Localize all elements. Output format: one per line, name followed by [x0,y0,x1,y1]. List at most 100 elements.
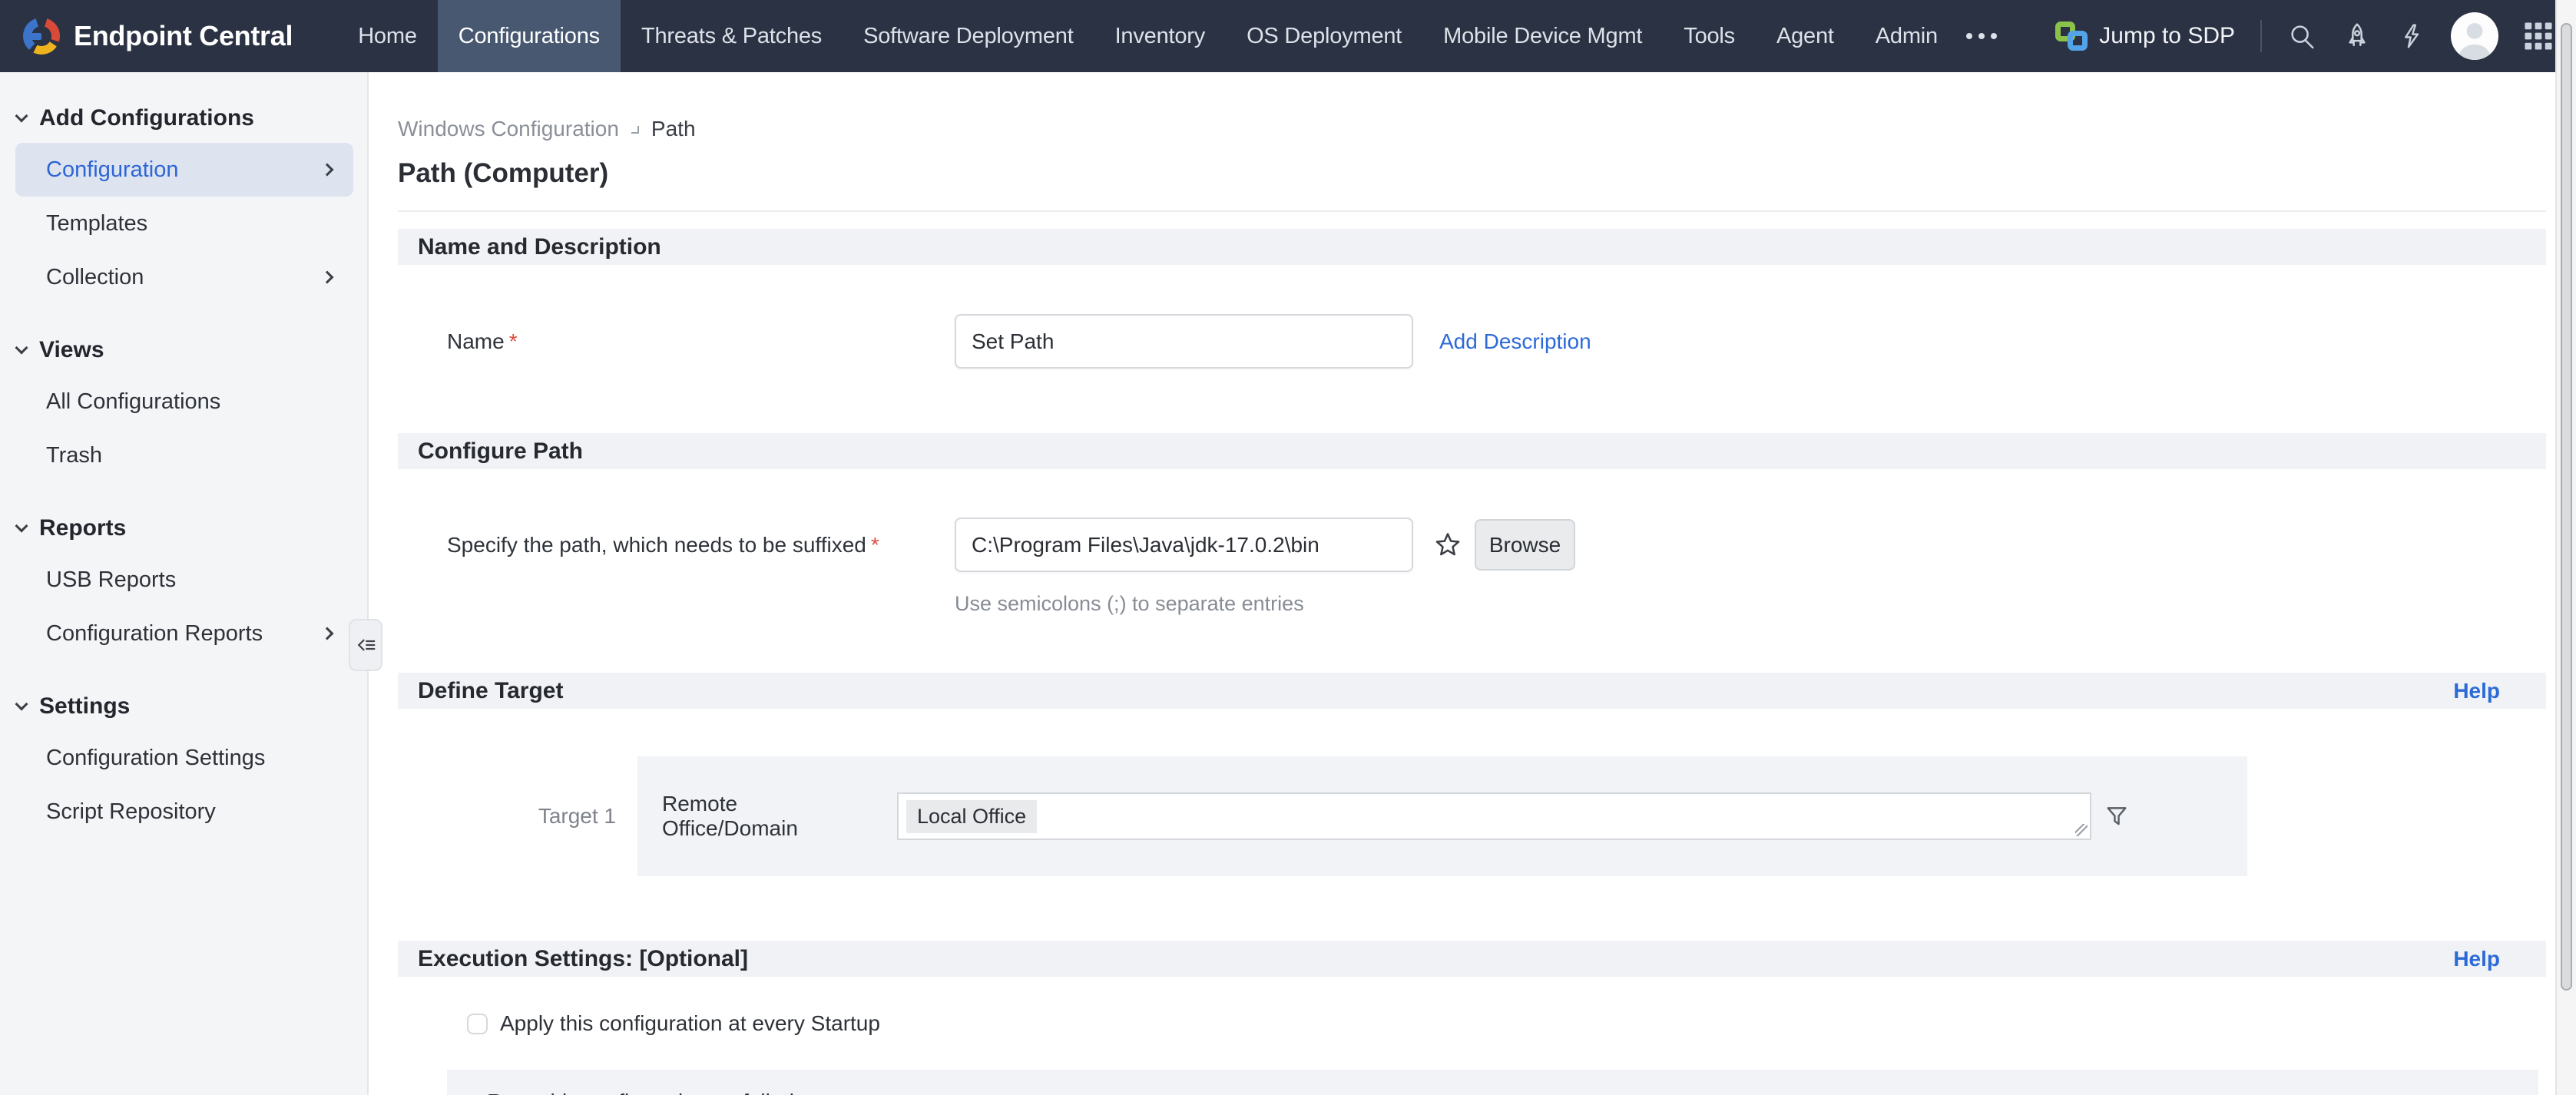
sidebar-item-configuration-reports[interactable]: Configuration Reports [15,607,353,660]
section-header-execution-settings: Execution Settings: [Optional] Help [398,941,2546,977]
more-menu-ellipsis-icon[interactable] [1958,0,2005,72]
chevron-down-icon [15,698,28,711]
sidebar-item-all-configurations[interactable]: All Configurations [15,375,353,428]
chevron-down-icon [15,110,28,123]
nav-item-software-deployment[interactable]: Software Deployment [843,0,1094,72]
sidebar-section-header-settings[interactable]: Settings [0,682,367,731]
sidebar-item-label: Script Repository [46,799,216,825]
nav-item-configurations[interactable]: Configurations [438,0,621,72]
section-title: Define Target [418,678,563,704]
sidebar-collapse-button[interactable] [349,619,382,671]
brand-logo[interactable]: Endpoint Central [23,0,293,72]
sidebar-item-configuration[interactable]: Configuration [15,143,353,197]
sidebar-item-label: Collection [46,265,144,290]
add-description-link[interactable]: Add Description [1439,329,1591,354]
filter-funnel-icon[interactable] [2104,803,2130,829]
apply-at-startup-checkbox[interactable] [467,1014,488,1034]
sidebar-item-label: Templates [46,211,147,237]
sidebar-section-title: Add Configurations [39,105,254,131]
retry-on-failed-label: Retry this configuration on failed targe… [487,1090,866,1095]
sidebar-section-header-views[interactable]: Views [0,326,367,375]
apply-at-startup-label: Apply this configuration at every Startu… [500,1011,880,1036]
nav-item-tools[interactable]: Tools [1663,0,1756,72]
sidebar-item-collection[interactable]: Collection [15,250,353,304]
nav-item-inventory[interactable]: Inventory [1094,0,1227,72]
section-title: Configure Path [418,438,583,465]
define-target-help-link[interactable]: Help [2453,679,2500,703]
chevron-right-icon [321,627,334,640]
main-content: Windows Configuration Path Path (Compute… [369,72,2576,1095]
nav-item-admin[interactable]: Admin [1855,0,1958,72]
navbar-right-cluster: Jump to SDP [2055,0,2553,72]
quick-actions-bolt-icon[interactable] [2398,22,2425,50]
chevron-down-icon [15,520,28,533]
resize-grip-icon[interactable] [2075,824,2088,836]
search-icon[interactable] [2287,22,2316,51]
sidebar-section-reports: Reports USB Reports Configuration Report… [0,504,367,660]
title-divider [398,210,2546,212]
sidebar-section-add-configurations: Add Configurations Configuration Templat… [0,94,367,304]
execution-settings-help-link[interactable]: Help [2453,947,2500,971]
remote-office-domain-label: Remote Office/Domain [662,792,876,841]
sidebar-item-usb-reports[interactable]: USB Reports [15,553,353,607]
label-text: Specify the path, which needs to be suff… [447,533,866,557]
sidebar-item-label: Configuration [46,157,179,183]
sidebar-item-script-repository[interactable]: Script Repository [15,785,353,839]
user-avatar[interactable] [2451,12,2498,60]
sidebar-item-label: Trash [46,443,102,468]
chevron-right-icon [631,126,639,134]
name-field-label: Name* [398,329,955,354]
sidebar-section-header-reports[interactable]: Reports [0,504,367,553]
star-icon[interactable] [1433,531,1462,560]
target-1-label: Target 1 [398,804,637,829]
collapse-panel-icon [354,634,377,657]
sidebar-item-label: Configuration Reports [46,621,263,647]
sidebar-section-views: Views All Configurations Trash [0,326,367,482]
apps-grid-icon[interactable] [2524,22,2553,51]
scrollbar-track[interactable] [2555,0,2576,1095]
remote-office-select[interactable]: Local Office [897,792,2091,840]
top-navbar: Endpoint Central Home Configurations Thr… [0,0,2576,72]
sidebar-item-label: Configuration Settings [46,746,265,771]
nav-item-home[interactable]: Home [337,0,438,72]
nav-item-os-deployment[interactable]: OS Deployment [1226,0,1422,72]
name-row: Name* Add Description [398,265,2546,416]
nav-item-agent[interactable]: Agent [1756,0,1855,72]
target-panel: Remote Office/Domain Local Office [637,756,2247,876]
sidebar-section-title: Settings [39,693,130,720]
section-title: Name and Description [418,234,661,260]
sidebar-item-label: USB Reports [46,567,176,593]
section-header-name-description: Name and Description [398,229,2546,265]
whats-new-rocket-icon[interactable] [2342,21,2372,51]
chevron-right-icon [321,271,334,284]
endpoint-central-logo-icon [23,18,60,55]
configure-path-block: Specify the path, which needs to be suff… [398,469,2546,656]
breadcrumb-current: Path [651,117,696,141]
scrollbar-thumb[interactable] [2561,23,2572,991]
sidebar-section-settings: Settings Configuration Settings Script R… [0,682,367,839]
sidebar-section-title: Views [39,337,104,363]
browse-button[interactable]: Browse [1475,519,1575,571]
nav-item-mobile-device-mgmt[interactable]: Mobile Device Mgmt [1422,0,1663,72]
selected-target-chip[interactable]: Local Office [906,800,1037,833]
sidebar-item-templates[interactable]: Templates [15,197,353,250]
nav-item-threats-patches[interactable]: Threats & Patches [621,0,843,72]
target-block: Target 1 Remote Office/Domain Local Offi… [398,709,2546,924]
sidebar-item-trash[interactable]: Trash [15,428,353,482]
sidebar: Add Configurations Configuration Templat… [0,72,369,1095]
path-input[interactable] [955,518,1413,572]
sidebar-item-configuration-settings[interactable]: Configuration Settings [15,731,353,785]
breadcrumb-windows-configuration[interactable]: Windows Configuration [398,117,619,141]
name-input[interactable] [955,314,1413,369]
sidebar-item-label: All Configurations [46,389,220,415]
primary-nav: Home Configurations Threats & Patches So… [337,0,2005,72]
section-title: Execution Settings: [Optional] [418,946,748,972]
jump-to-sdp-button[interactable]: Jump to SDP [2055,20,2235,52]
label-text: Name [447,329,505,353]
page-title: Path (Computer) [398,158,2546,189]
sidebar-section-header-add-configurations[interactable]: Add Configurations [0,94,367,143]
path-helper-text: Use semicolons (;) to separate entries [955,592,2546,616]
sidebar-section-title: Reports [39,515,126,541]
brand-name: Endpoint Central [74,20,293,52]
path-field-label: Specify the path, which needs to be suff… [398,533,955,557]
